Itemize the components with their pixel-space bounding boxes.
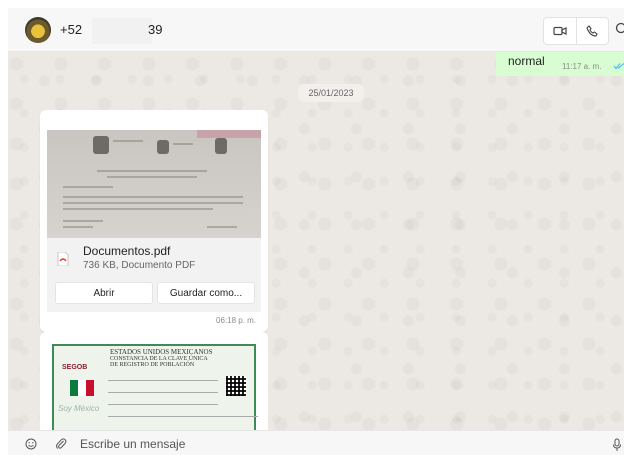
document-actions: Abrir Guardar como... (47, 278, 261, 312)
preview-seal (157, 140, 169, 154)
document-file-name: Documentos.pdf (83, 244, 171, 258)
preview-line (63, 208, 213, 210)
document-message-time: 06:18 p. m. (216, 316, 257, 325)
curp-document-image[interactable]: ESTADOS UNIDOS MEXICANOS CONSTANCIA DE L… (52, 344, 258, 430)
document-preview[interactable] (47, 130, 261, 238)
document-preview-band (197, 130, 261, 138)
curp-header-line1: ESTADOS UNIDOS MEXICANOS (110, 348, 213, 356)
curp-field-line (108, 392, 218, 393)
document-info[interactable]: Documentos.pdf 736 KB, Documento PDF (47, 238, 261, 278)
preview-line (63, 226, 93, 228)
contact-number-prefix[interactable]: +52 (60, 22, 82, 37)
document-file-meta: 736 KB, Documento PDF (83, 260, 196, 271)
curp-header: ESTADOS UNIDOS MEXICANOS CONSTANCIA DE L… (110, 348, 213, 368)
paperclip-icon[interactable] (55, 437, 67, 451)
message-input[interactable] (80, 434, 580, 454)
chat-header: +52 39 (8, 8, 624, 52)
document-message[interactable]: Documentos.pdf 736 KB, Documento PDF Abr… (40, 110, 268, 332)
search-icon[interactable] (615, 22, 624, 38)
document-preview-page (47, 130, 261, 238)
double-check-icon (613, 63, 624, 70)
save-as-button[interactable]: Guardar como... (157, 282, 255, 304)
emoji-icon[interactable] (25, 438, 37, 450)
curp-field-line (108, 416, 258, 417)
preview-line (207, 226, 237, 228)
curp-field-line (108, 404, 218, 405)
outgoing-message-text: normal (508, 54, 545, 68)
contact-avatar[interactable] (25, 17, 51, 43)
redacted-number (92, 18, 152, 44)
video-camera-icon (553, 26, 567, 36)
qr-code-icon (226, 376, 246, 396)
video-call-button[interactable] (544, 18, 577, 44)
voice-call-button[interactable] (577, 18, 609, 44)
phone-icon (586, 25, 598, 37)
preview-line (63, 220, 103, 222)
preview-seal (215, 138, 227, 154)
preview-line (107, 176, 197, 178)
pdf-file-icon (57, 252, 69, 266)
preview-line (63, 186, 113, 188)
preview-line (63, 196, 243, 198)
date-separator: 25/01/2023 (298, 84, 364, 102)
mexico-flag-icon (70, 380, 94, 396)
microphone-icon[interactable] (612, 438, 622, 452)
slogan-text: Soy México (58, 404, 100, 413)
preview-line (63, 202, 243, 204)
curp-header-line3: DE REGISTRO DE POBLACIÓN (110, 362, 195, 368)
preview-line (97, 170, 207, 172)
preview-seal (93, 136, 109, 154)
message-composer (8, 430, 624, 455)
preview-line (173, 143, 193, 145)
chat-panel[interactable]: normal 11:17 a. m. 25/01/2023 Documentos… (8, 52, 624, 430)
contact-number-suffix[interactable]: 39 (148, 22, 162, 37)
open-document-button[interactable]: Abrir (55, 282, 153, 304)
call-buttons (543, 17, 609, 45)
image-message[interactable]: ESTADOS UNIDOS MEXICANOS CONSTANCIA DE L… (40, 332, 268, 430)
preview-line (113, 140, 143, 142)
curp-field-line (108, 380, 218, 381)
segob-logo: SEGOB (62, 364, 88, 371)
outgoing-message-time: 11:17 a. m. (562, 62, 602, 71)
